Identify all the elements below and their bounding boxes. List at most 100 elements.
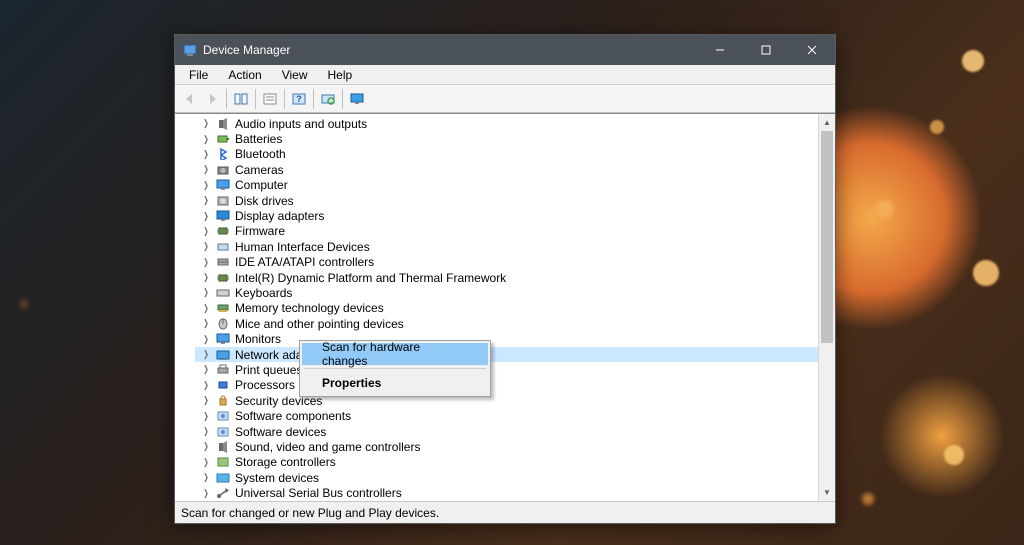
tree-node[interactable]: ❯ Bluetooth [195, 147, 835, 162]
tree-node[interactable]: ❯Intel(R) Dynamic Platform and Thermal F… [195, 270, 835, 285]
expand-arrow-icon[interactable]: ❯ [203, 364, 210, 375]
scroll-down-arrow[interactable]: ▼ [819, 484, 835, 501]
expand-arrow-icon[interactable]: ❯ [203, 411, 210, 422]
expand-arrow-icon[interactable]: ❯ [203, 257, 210, 268]
context-menu: Scan for hardware changes Properties [299, 340, 491, 397]
hid-icon [215, 240, 231, 254]
tree-node[interactable]: ❯Memory technology devices [195, 301, 835, 316]
tree-node[interactable]: ❯ Keyboards [195, 285, 835, 300]
tree-node[interactable]: ❯Processors [195, 378, 835, 393]
scroll-up-arrow[interactable]: ▲ [819, 114, 835, 131]
ctx-scan-hardware[interactable]: Scan for hardware changes [302, 343, 488, 365]
tree-node[interactable]: ❯ Computer [195, 178, 835, 193]
properties-button[interactable] [259, 88, 281, 110]
tree-node[interactable]: ❯Security devices [195, 393, 835, 408]
tree-node[interactable]: ❯Cameras [195, 162, 835, 177]
expand-arrow-icon[interactable]: ❯ [203, 457, 210, 468]
tree-node-label: Disk drives [235, 194, 294, 208]
tree-node-label: Universal Serial Bus controllers [235, 486, 402, 500]
svg-text:?: ? [296, 94, 302, 104]
menu-action[interactable]: Action [220, 66, 269, 84]
bluetooth-icon [215, 147, 231, 161]
tree-node[interactable]: ❯Storage controllers [195, 455, 835, 470]
tree-node[interactable]: ❯ Universal Serial Bus controllers [195, 485, 835, 500]
tree-node[interactable]: ❯ Software devices [195, 424, 835, 439]
expand-arrow-icon[interactable]: ❯ [203, 118, 210, 129]
device-manager-window: Device Manager File Action View Help ? ❯… [174, 34, 836, 524]
back-button[interactable] [179, 88, 201, 110]
expand-arrow-icon[interactable]: ❯ [203, 395, 210, 406]
monitor-icon [215, 178, 231, 192]
tree-node-label: Keyboards [235, 286, 292, 300]
toolbar: ? [175, 85, 835, 113]
expand-arrow-icon[interactable]: ❯ [203, 318, 210, 329]
expand-arrow-icon[interactable]: ❯ [203, 441, 210, 452]
expand-arrow-icon[interactable]: ❯ [203, 303, 210, 314]
tree-node[interactable]: ❯ Display adapters [195, 208, 835, 223]
scroll-thumb[interactable] [821, 131, 833, 343]
audio-icon [215, 117, 231, 131]
expand-arrow-icon[interactable]: ❯ [203, 287, 210, 298]
tree-node[interactable]: ❯Network adapt [195, 347, 835, 362]
memory-icon [215, 301, 231, 315]
window-title: Device Manager [203, 43, 290, 57]
expand-arrow-icon[interactable]: ❯ [203, 134, 210, 145]
monitor-button[interactable] [346, 88, 368, 110]
tree-node[interactable]: ❯Software components [195, 408, 835, 423]
expand-arrow-icon[interactable]: ❯ [203, 334, 210, 345]
expand-arrow-icon[interactable]: ❯ [203, 226, 210, 237]
menu-view[interactable]: View [274, 66, 316, 84]
expand-arrow-icon[interactable]: ❯ [203, 426, 210, 437]
expand-arrow-icon[interactable]: ❯ [203, 472, 210, 483]
network-icon [215, 348, 231, 362]
tree-node-label: Firmware [235, 224, 285, 238]
tree-node[interactable]: ❯ Firmware [195, 224, 835, 239]
menu-file[interactable]: File [181, 66, 216, 84]
titlebar[interactable]: Device Manager [175, 35, 835, 65]
tree-node[interactable]: ❯Monitors [195, 331, 835, 346]
tree-node[interactable]: ❯Mice and other pointing devices [195, 316, 835, 331]
device-tree[interactable]: ❯Audio inputs and outputs❯Batteries❯Blue… [175, 114, 835, 501]
tree-node[interactable]: ❯Print queues [195, 362, 835, 377]
expand-arrow-icon[interactable]: ❯ [203, 488, 210, 499]
minimize-button[interactable] [697, 35, 743, 65]
maximize-button[interactable] [743, 35, 789, 65]
tree-node-label: Audio inputs and outputs [235, 117, 367, 131]
tree-node-label: IDE ATA/ATAPI controllers [235, 255, 374, 269]
scroll-track[interactable] [819, 131, 835, 484]
tree-node[interactable]: ❯ Disk drives [195, 193, 835, 208]
expand-arrow-icon[interactable]: ❯ [203, 149, 210, 160]
expand-arrow-icon[interactable]: ❯ [203, 195, 210, 206]
tree-node[interactable]: ❯Human Interface Devices [195, 239, 835, 254]
expand-arrow-icon[interactable]: ❯ [203, 349, 210, 360]
statusbar: Scan for changed or new Plug and Play de… [175, 501, 835, 523]
expand-arrow-icon[interactable]: ❯ [203, 241, 210, 252]
expand-arrow-icon[interactable]: ❯ [203, 164, 210, 175]
tree-node-label: Display adapters [235, 209, 324, 223]
forward-button[interactable] [201, 88, 223, 110]
help-button[interactable]: ? [288, 88, 310, 110]
display-icon [215, 209, 231, 223]
expand-arrow-icon[interactable]: ❯ [203, 380, 210, 391]
tree-node-label: Bluetooth [235, 147, 286, 161]
tree-node[interactable]: ❯Batteries [195, 131, 835, 146]
close-button[interactable] [789, 35, 835, 65]
vertical-scrollbar[interactable]: ▲ ▼ [818, 114, 835, 501]
system-icon [215, 471, 231, 485]
ctx-separator [304, 368, 486, 369]
tree-node[interactable]: ❯ Audio inputs and outputs [195, 116, 835, 131]
tree-node[interactable]: ❯System devices [195, 470, 835, 485]
software-icon [215, 409, 231, 423]
show-hide-console-button[interactable] [230, 88, 252, 110]
expand-arrow-icon[interactable]: ❯ [203, 211, 210, 222]
tree-node[interactable]: ❯ IDE ATA/ATAPI controllers [195, 255, 835, 270]
monitor-icon [215, 332, 231, 346]
ctx-properties[interactable]: Properties [302, 372, 488, 394]
tree-node-label: Software devices [235, 425, 326, 439]
menu-help[interactable]: Help [320, 66, 361, 84]
scan-hardware-button[interactable] [317, 88, 339, 110]
tree-node[interactable]: ❯Sound, video and game controllers [195, 439, 835, 454]
expand-arrow-icon[interactable]: ❯ [203, 272, 210, 283]
tree-node-label: Computer [235, 178, 288, 192]
expand-arrow-icon[interactable]: ❯ [203, 180, 210, 191]
